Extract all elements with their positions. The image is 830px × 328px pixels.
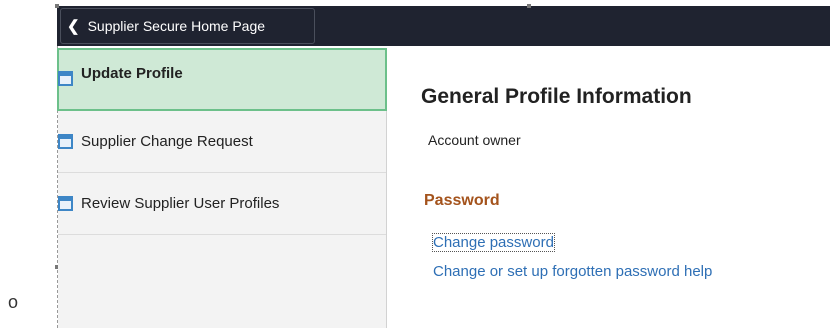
- main-content: General Profile Information Account owne…: [386, 48, 830, 328]
- change-password-link[interactable]: Change password: [432, 233, 555, 252]
- sidebar-item-supplier-change-request[interactable]: Supplier Change Request: [58, 111, 386, 173]
- forgotten-password-help-link[interactable]: Change or set up forgotten password help: [433, 263, 712, 280]
- page-icon: [58, 196, 73, 211]
- sidebar-item-label: Update Profile: [81, 65, 183, 82]
- page-title: General Profile Information: [421, 85, 692, 108]
- back-button-label: Supplier Secure Home Page: [87, 18, 266, 34]
- resize-handle[interactable]: [55, 4, 59, 8]
- sidebar-item-label: Review Supplier User Profiles: [81, 195, 280, 212]
- password-heading: Password: [424, 192, 500, 209]
- back-button[interactable]: ❮ Supplier Secure Home Page: [60, 8, 315, 44]
- resize-handle[interactable]: [527, 4, 531, 8]
- sidebar-item-review-supplier-user-profiles[interactable]: Review Supplier User Profiles: [58, 173, 386, 235]
- page-icon: [58, 134, 73, 149]
- sidebar-item-update-profile[interactable]: Update Profile: [57, 48, 387, 111]
- sidebar-item-label: Supplier Change Request: [81, 133, 253, 150]
- account-owner-text: Account owner: [428, 132, 521, 148]
- sidebar: Update Profile Supplier Change Request R…: [57, 48, 387, 328]
- page-icon: [58, 71, 73, 86]
- chevron-left-icon: ❮: [67, 18, 80, 35]
- list-bullet: o: [8, 292, 19, 312]
